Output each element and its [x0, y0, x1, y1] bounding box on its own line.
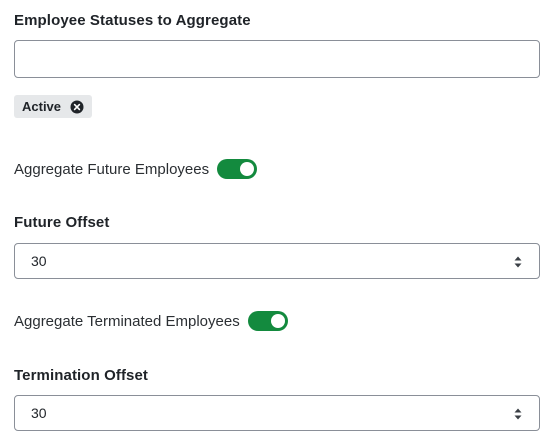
status-chip-label: Active — [22, 99, 62, 114]
future-employees-toggle[interactable] — [217, 159, 258, 179]
number-stepper-icon[interactable] — [513, 254, 523, 270]
future-offset-value: 30 — [31, 253, 47, 269]
termination-offset-label: Termination Offset — [14, 367, 149, 384]
terminated-employees-label: Aggregate Terminated Employees — [14, 312, 240, 330]
future-employees-row: Aggregate Future Employees — [14, 159, 258, 179]
termination-offset-value: 30 — [31, 405, 47, 421]
termination-offset-input[interactable]: 30 — [14, 395, 540, 431]
terminated-employees-toggle[interactable] — [247, 311, 288, 331]
status-chip-active: Active — [14, 95, 93, 118]
employee-statuses-input[interactable] — [14, 40, 540, 78]
close-circle-icon[interactable] — [70, 100, 84, 114]
aggregation-settings-form: Employee Statuses to Aggregate Active Ag… — [0, 0, 556, 444]
toggle-knob — [270, 314, 285, 328]
future-offset-input[interactable]: 30 — [14, 243, 540, 279]
terminated-employees-row: Aggregate Terminated Employees — [14, 311, 288, 331]
future-offset-label: Future Offset — [14, 214, 110, 231]
number-stepper-icon[interactable] — [513, 406, 523, 422]
toggle-knob — [240, 162, 255, 176]
employee-statuses-label: Employee Statuses to Aggregate — [14, 12, 251, 29]
future-employees-label: Aggregate Future Employees — [14, 160, 210, 178]
